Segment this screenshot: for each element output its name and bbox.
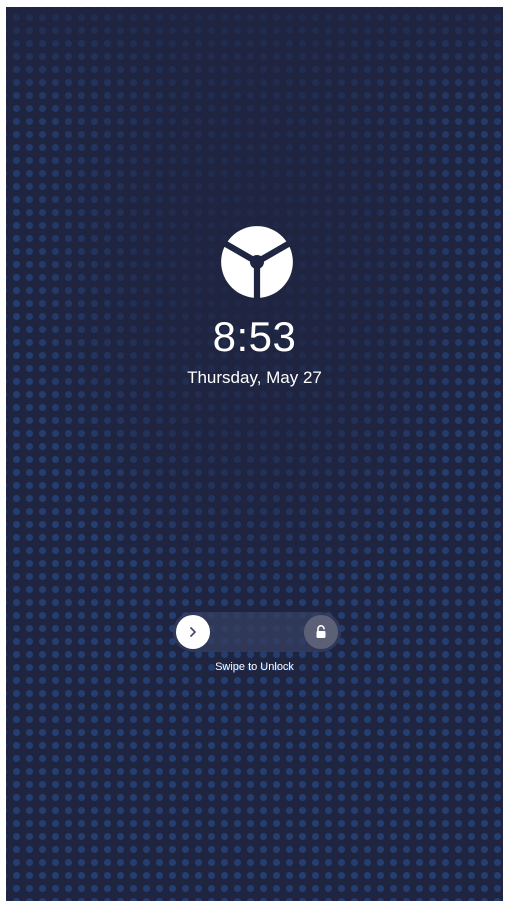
tri-segment-circle-logo-icon <box>221 226 293 298</box>
lock-screen: 8:53 Thursday, May 27 Swipe to Unlock <box>6 7 503 901</box>
clock-date: Thursday, May 27 <box>187 368 322 387</box>
background-vignette <box>6 7 503 901</box>
swipe-to-unlock-label: Swipe to Unlock <box>215 661 294 673</box>
unlock-slider[interactable] <box>173 612 341 652</box>
unlocked-padlock-icon <box>316 625 326 638</box>
clock-time: 8:53 <box>212 313 297 360</box>
chevron-right-icon <box>190 627 196 637</box>
unlock-target <box>304 615 338 649</box>
slider-knob[interactable] <box>176 615 210 649</box>
